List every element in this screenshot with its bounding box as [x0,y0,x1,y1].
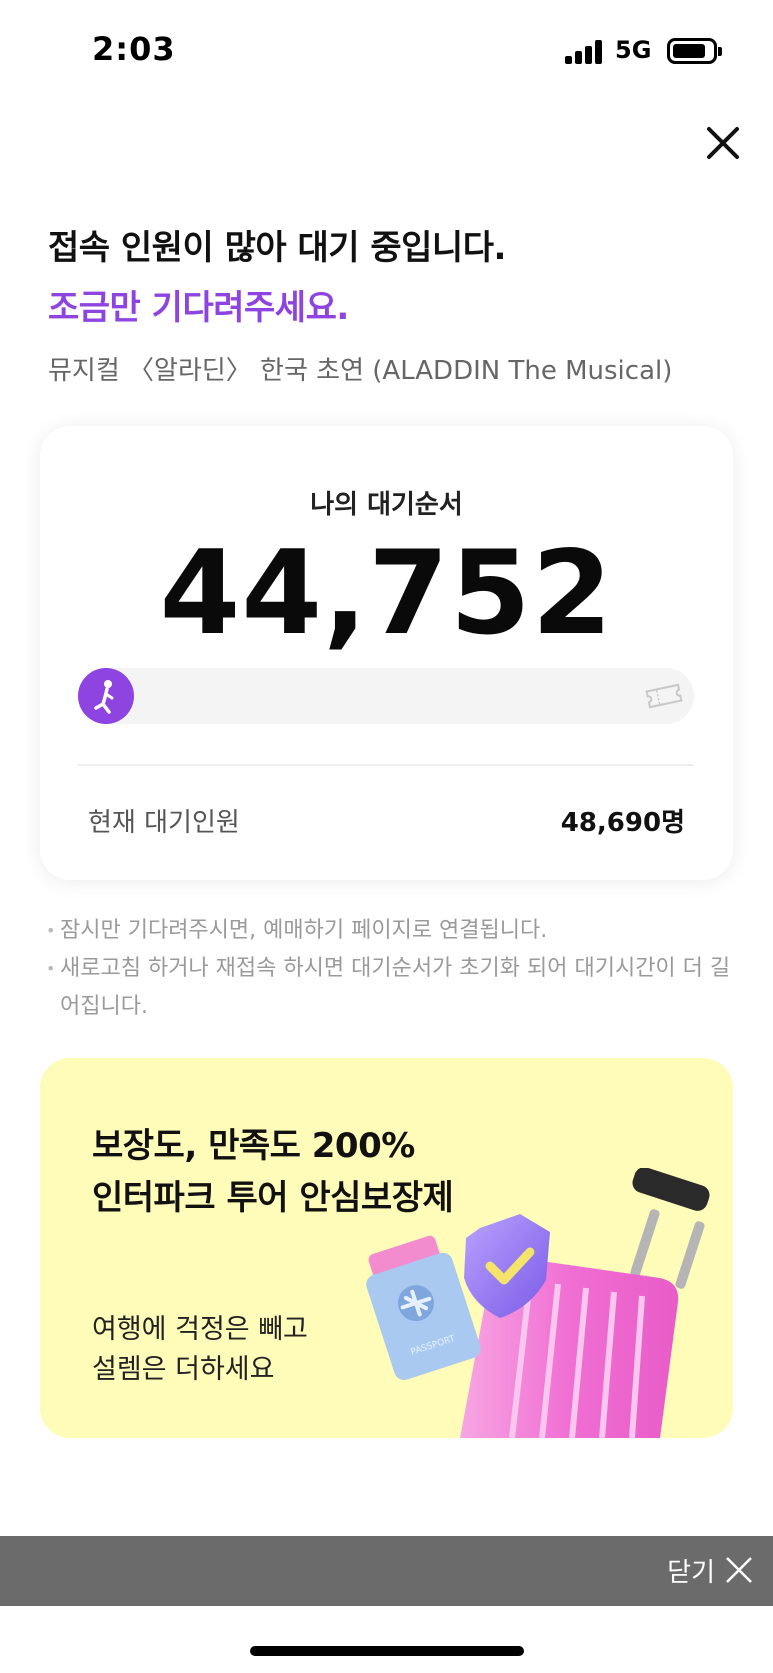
queue-label: 나의 대기순서 [310,490,463,520]
queue-position: 44,752 [159,526,614,661]
signal-icon [565,40,605,64]
bottom-bar: 닫기 [0,1536,773,1606]
ticket-icon [644,682,684,710]
network-type: 5G [615,36,652,64]
total-waiting-count: 48,690명 [560,808,685,838]
show-title: 뮤지컬 〈알라딘〉 한국 초연 (ALADDIN The Musical) [48,356,673,386]
ad-subtitle-line: 설렘은 더하세요 [92,1354,275,1385]
close-icon[interactable] [705,125,741,161]
suitcase-illustration: PASSPORT [366,1168,710,1438]
notice-item: 새로고침 하거나 재접속 하시면 대기순서가 초기화 되어 대기시간이 더 길어… [46,950,736,1026]
card-divider [78,764,694,766]
status-bar: 2:03 5G [0,0,773,100]
page-subtitle: 조금만 기다려주세요. [48,288,349,328]
battery-icon [667,38,722,64]
notice-item: 잠시만 기다려주시면, 예매하기 페이지로 연결됩니다. [46,912,736,950]
queue-card: 나의 대기순서 44,752 현재 대기인원 48,690명 [40,426,733,880]
battery-level [673,44,705,58]
ad-banner[interactable]: 보장도, 만족도 200% 인터파크 투어 안심보장제 여행에 걱정은 빼고 설… [40,1058,733,1438]
ad-subtitle: 여행에 걱정은 빼고 설렘은 더하세요 [92,1310,308,1390]
bottom-close-label: 닫기 [667,1557,715,1588]
queue-progress-bar [78,668,694,724]
ad-title-line: 보장도, 만족도 200% [92,1126,415,1166]
walking-person-icon [78,668,134,724]
close-icon [726,1557,752,1583]
status-time: 2:03 [92,30,176,68]
page-title: 접속 인원이 많아 대기 중입니다. [48,228,506,268]
notice-list: 잠시만 기다려주시면, 예매하기 페이지로 연결됩니다. 새로고침 하거나 재접… [46,912,736,1026]
ad-subtitle-line: 여행에 걱정은 빼고 [92,1314,308,1345]
total-waiting-label: 현재 대기인원 [88,808,240,838]
home-indicator [250,1646,524,1656]
bottom-close-button[interactable]: 닫기 [667,1550,753,1590]
